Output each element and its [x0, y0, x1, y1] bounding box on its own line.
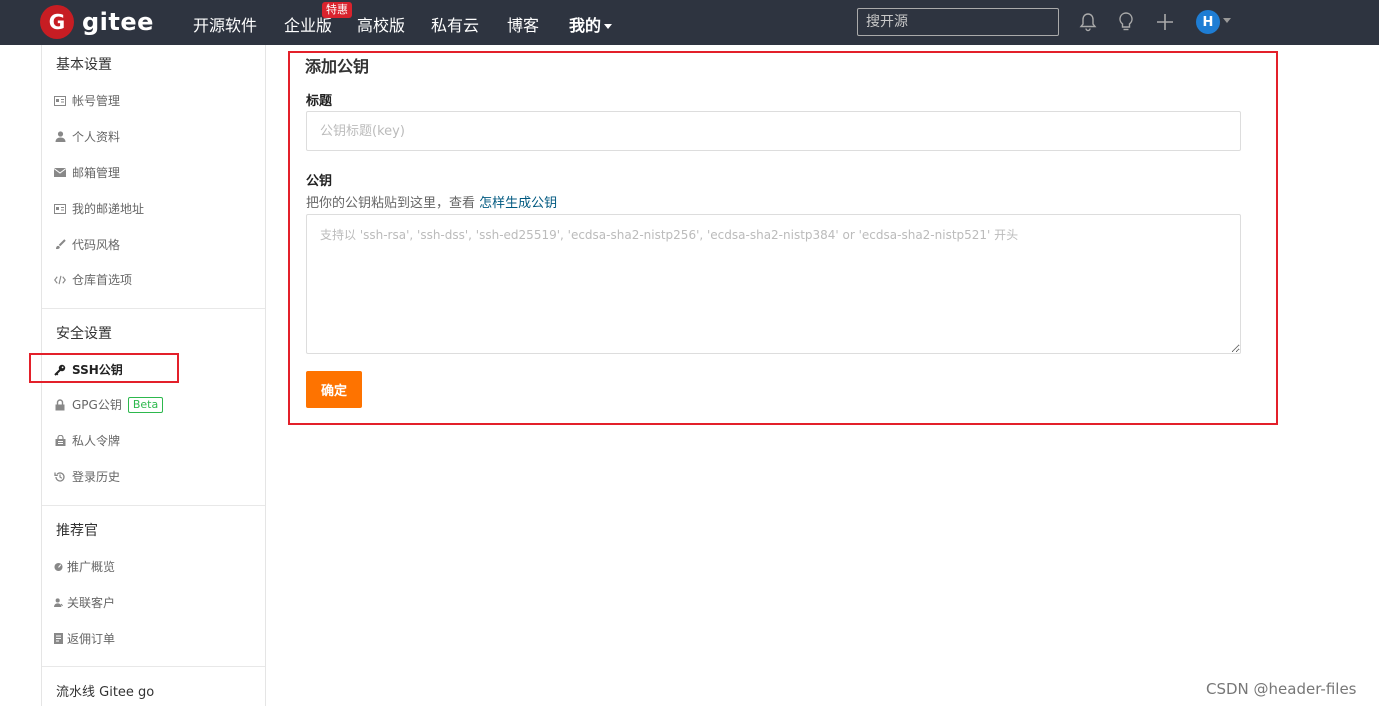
gauge-icon — [54, 561, 63, 573]
paintbrush-icon — [54, 239, 66, 251]
sidebar-item-address[interactable]: 我的邮递地址 — [54, 200, 144, 217]
lock-icon — [54, 398, 66, 411]
beta-badge: Beta — [127, 396, 164, 413]
sidebar-item-label: 登录历史 — [72, 470, 121, 484]
sidebar-item-account[interactable]: 帐号管理 — [54, 92, 120, 109]
user-link-icon — [54, 597, 63, 609]
sidebar-divider — [42, 308, 265, 309]
logo-badge: G — [40, 5, 74, 39]
id-card-icon — [54, 95, 66, 107]
public-key-textarea[interactable] — [306, 214, 1241, 354]
promo-badge: 特惠 — [322, 2, 352, 18]
sidebar-item-label: 邮箱管理 — [72, 166, 121, 180]
highlight-box-ssh — [29, 353, 179, 383]
page-title: 添加公钥 — [305, 57, 370, 76]
lightbulb-icon[interactable] — [1115, 11, 1137, 33]
nav-open-source[interactable]: 开源软件 — [193, 12, 257, 36]
sidebar-item-label: 私人令牌 — [72, 434, 121, 448]
sidebar-item-label: 仓库首选项 — [72, 273, 133, 287]
gitee-logo[interactable]: G gitee — [40, 5, 154, 39]
nav-blog[interactable]: 博客 — [507, 12, 539, 36]
user-icon — [54, 131, 66, 143]
sidebar-item-label: 我的邮递地址 — [72, 202, 145, 216]
sidebar-item-repo-prefs[interactable]: 仓库首选项 — [54, 271, 132, 288]
sidebar-item-rebate-orders[interactable]: 返佣订单 — [54, 630, 115, 647]
history-icon — [54, 471, 66, 483]
avatar-chevron-down-icon[interactable] — [1223, 18, 1231, 23]
sidebar-item-label: 推广概览 — [67, 560, 116, 574]
plus-icon[interactable] — [1154, 11, 1176, 33]
sidebar-item-label: GPG公钥 — [72, 398, 122, 412]
sidebar-item-label: 个人资料 — [72, 130, 121, 144]
nav-mine-dropdown[interactable]: 我的 — [569, 12, 613, 36]
order-icon — [54, 633, 63, 645]
bell-icon[interactable] — [1077, 11, 1099, 33]
sidebar-item-label: 返佣订单 — [67, 632, 116, 646]
sidebar-item-label: 代码风格 — [72, 238, 121, 252]
key-help-text: 把你的公钥粘贴到这里，查看 怎样生成公钥 — [306, 192, 557, 211]
sidebar-item-code-style[interactable]: 代码风格 — [54, 236, 120, 253]
sidebar-divider — [42, 505, 265, 506]
key-title-input[interactable] — [306, 111, 1241, 151]
section-title-referral: 推荐官 — [56, 523, 98, 539]
title-field-label: 标题 — [306, 94, 333, 109]
sidebar-divider — [42, 666, 265, 667]
section-title-security: 安全设置 — [56, 326, 112, 342]
watermark: CSDN @header-files — [1206, 680, 1357, 698]
nav-education[interactable]: 高校版 — [357, 12, 405, 36]
sidebar-item-gpg-keys[interactable]: GPG公钥 Beta — [54, 396, 164, 413]
token-icon — [54, 435, 66, 447]
sidebar-item-login-history[interactable]: 登录历史 — [54, 468, 120, 485]
code-icon — [54, 274, 66, 286]
nav-mine-label: 我的 — [569, 16, 602, 35]
sidebar-item-email[interactable]: 邮箱管理 — [54, 164, 120, 181]
address-card-icon — [54, 203, 66, 215]
logo-text: gitee — [82, 8, 154, 36]
section-title-basic: 基本设置 — [56, 57, 112, 73]
key-field-label: 公钥 — [306, 174, 333, 189]
envelope-icon — [54, 167, 66, 179]
sidebar-item-label: 关联客户 — [67, 596, 116, 610]
submit-button[interactable]: 确定 — [306, 371, 362, 408]
how-to-generate-key-link[interactable]: 怎样生成公钥 — [479, 196, 557, 211]
sidebar-item-label: 帐号管理 — [72, 94, 121, 108]
sidebar-item-private-tokens[interactable]: 私人令牌 — [54, 432, 120, 449]
sidebar-item-profile[interactable]: 个人资料 — [54, 128, 120, 145]
chevron-down-icon — [604, 24, 613, 29]
section-title-pipeline: 流水线 Gitee go — [56, 685, 155, 700]
avatar[interactable]: H — [1196, 10, 1220, 34]
help-text: 把你的公钥粘贴到这里，查看 — [306, 196, 480, 211]
search-input[interactable] — [857, 8, 1059, 36]
top-navbar: G gitee 开源软件 企业版 特惠 高校版 私有云 博客 我的 H — [0, 0, 1379, 45]
sidebar-item-promo-overview[interactable]: 推广概览 — [54, 558, 115, 575]
nav-private-cloud[interactable]: 私有云 — [431, 12, 479, 36]
sidebar-item-linked-customers[interactable]: 关联客户 — [54, 594, 115, 611]
